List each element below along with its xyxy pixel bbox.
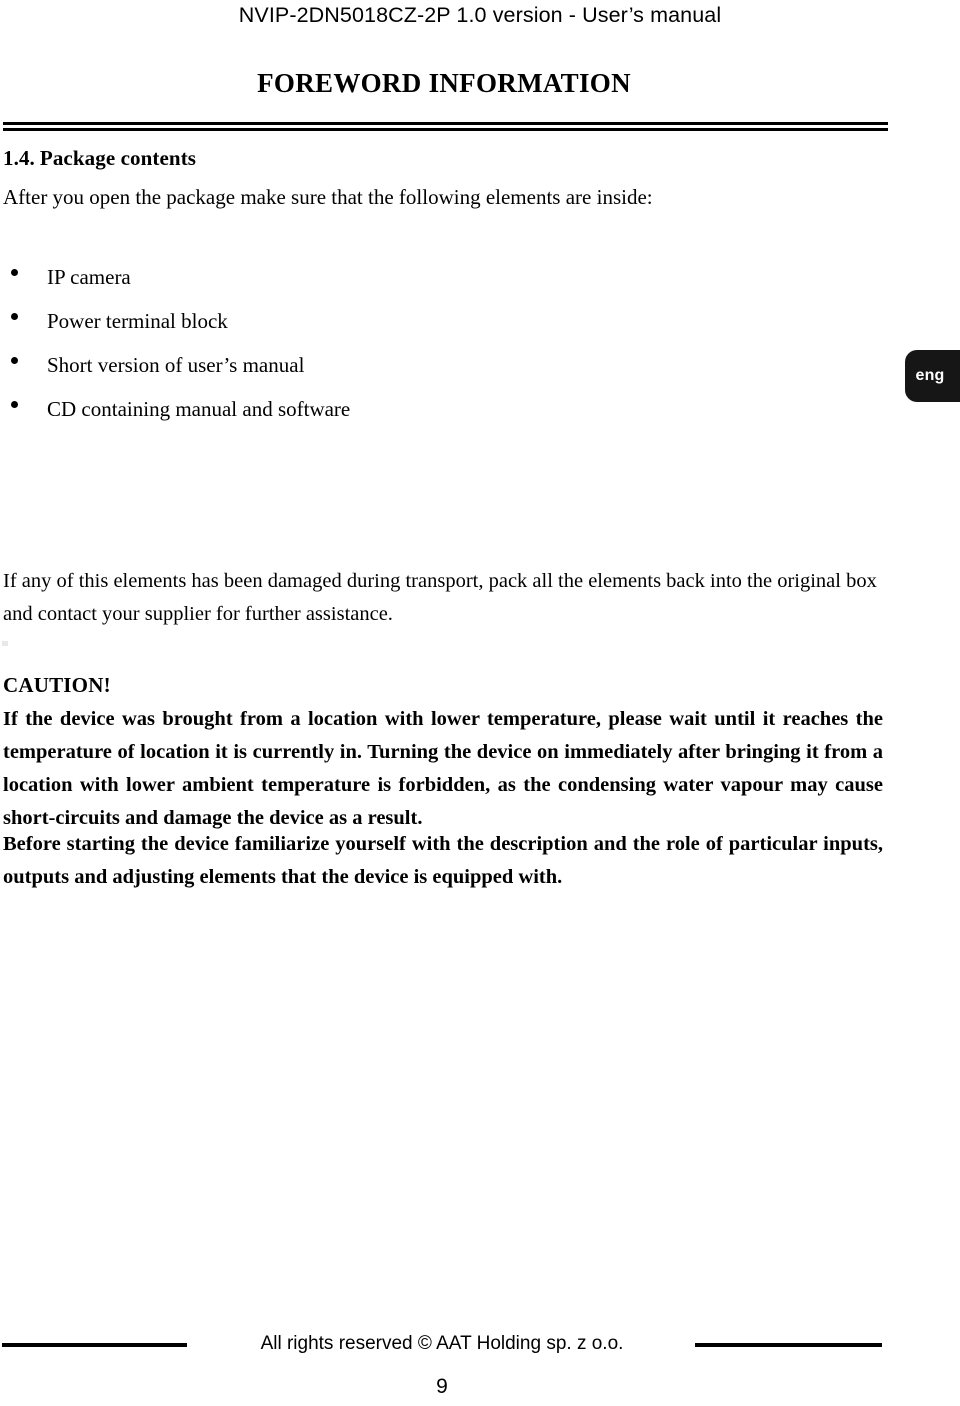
section-number: 1.4.	[3, 146, 35, 170]
document-page: NVIP-2DN5018CZ-2P 1.0 version - User’s m…	[0, 0, 960, 1406]
caution-paragraph: If the device was brought from a locatio…	[3, 708, 883, 829]
list-item-label: CD containing manual and software	[47, 397, 351, 421]
list-item-label: IP camera	[47, 265, 131, 289]
footer-copyright: All rights reserved © AAT Holding sp. z …	[260, 1333, 624, 1354]
section-heading: 1.4. Package contents	[3, 146, 196, 171]
list-item: CD containing manual and software	[0, 396, 600, 440]
list-item-label: Short version of user’s manual	[47, 353, 305, 377]
title-double-rule	[3, 122, 888, 131]
bullet-icon	[11, 269, 18, 276]
section-intro-text: After you open the package make sure tha…	[3, 185, 653, 209]
package-contents-list: IP camera Power terminal block Short ver…	[0, 264, 600, 440]
bullet-icon	[11, 357, 18, 364]
chapter-title: FOREWORD INFORMATION	[257, 68, 631, 98]
rule-line-bottom	[3, 128, 888, 131]
bullet-icon	[11, 401, 18, 408]
caution-label: CAUTION!	[3, 673, 111, 697]
damaged-goods-paragraph: If any of this elements has been damaged…	[3, 570, 877, 625]
language-tab-label: eng	[915, 367, 945, 384]
page-number: 9	[436, 1375, 448, 1398]
running-header: NVIP-2DN5018CZ-2P 1.0 version - User’s m…	[238, 3, 722, 27]
familiarize-paragraph: Before starting the device familiarize y…	[3, 833, 883, 888]
bullet-icon	[11, 313, 18, 320]
language-tab-eng: eng	[905, 350, 960, 402]
list-item: Power terminal block	[0, 308, 600, 352]
rule-line-top	[3, 122, 888, 125]
list-item: IP camera	[0, 264, 600, 308]
scan-artifact	[2, 641, 8, 646]
list-item: Short version of user’s manual	[0, 352, 600, 396]
section-title: Package contents	[39, 146, 197, 170]
list-item-label: Power terminal block	[47, 309, 228, 333]
